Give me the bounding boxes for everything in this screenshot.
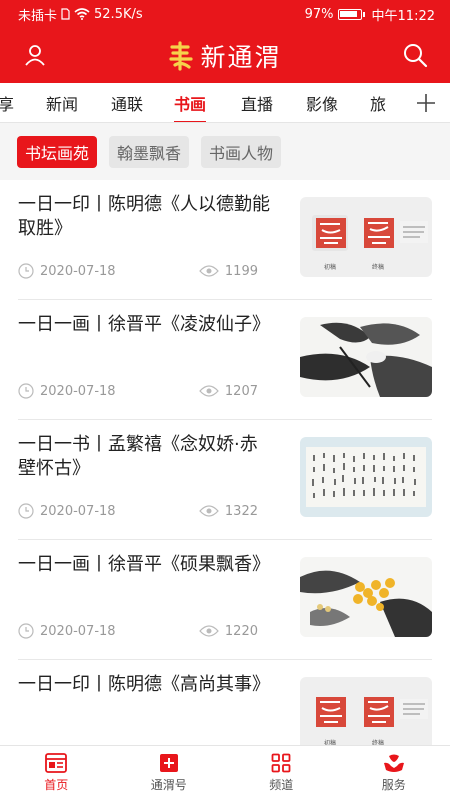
article-title[interactable]: 一日一书丨孟繁禧《念奴娇·赤壁怀古》 <box>18 433 270 481</box>
eye-icon <box>199 625 219 637</box>
nav-label: 通渭号 <box>150 778 187 792</box>
eye-icon <box>199 265 219 277</box>
clock-icon <box>18 263 34 279</box>
article-title[interactable]: 一日一印丨陈明德《高尚其事》 <box>18 673 270 697</box>
thumb-caption-right: 终稿 <box>372 263 384 271</box>
clock: 中午11:22 <box>371 8 435 24</box>
news-icon <box>45 753 68 773</box>
list-item[interactable]: 一日一印丨陈明德《高尚其事》 初稿 终稿 <box>0 660 450 745</box>
grid-icon <box>271 753 291 773</box>
article-thumbnail[interactable]: 初稿 终稿 <box>300 197 432 277</box>
article-date: 2020-07-18 <box>40 263 116 279</box>
tab-channel-1[interactable]: 新闻 <box>46 91 78 115</box>
article-date: 2020-07-18 <box>40 383 116 399</box>
view-count: 1207 <box>224 383 258 399</box>
sim-icon <box>61 8 70 20</box>
article-meta: 2020-07-18 1322 <box>18 503 258 519</box>
user-icon[interactable] <box>20 40 50 70</box>
thumb-caption-left: 初稿 <box>324 263 336 271</box>
view-count: 1322 <box>224 503 258 519</box>
nav-label: 频道 <box>269 778 294 792</box>
view-count: 1220 <box>224 623 258 639</box>
article-thumbnail[interactable] <box>300 437 432 517</box>
nav-services[interactable]: 服务 <box>338 746 450 800</box>
nav-label: 服务 <box>381 778 406 792</box>
channel-tabs: 享 新闻 通联 书画 直播 影像 旅 <box>0 83 450 123</box>
list-item[interactable]: 一日一画丨徐晋平《凌波仙子》 2020-07-18 1207 <box>0 300 450 420</box>
sub-category-bar: 书坛画苑 翰墨飘香 书画人物 <box>0 123 450 180</box>
hands-icon <box>383 754 404 772</box>
article-meta: 2020-07-18 1220 <box>18 623 258 639</box>
article-title[interactable]: 一日一印丨陈明德《人以德勤能取胜》 <box>18 193 270 241</box>
bottom-nav: 首页 通渭号 频道 服务 <box>0 745 450 800</box>
subtab-0[interactable]: 书坛画苑 <box>17 135 98 168</box>
carrier-text: 未插卡 <box>18 8 58 24</box>
plus-square-icon <box>159 754 178 772</box>
article-thumbnail[interactable] <box>300 317 432 397</box>
tab-channel-2[interactable]: 通联 <box>111 91 143 115</box>
app-logo: 新通渭 <box>168 38 281 74</box>
eye-icon <box>199 505 219 517</box>
clock-icon <box>18 383 34 399</box>
article-meta: 2020-07-18 1207 <box>18 383 258 399</box>
eye-icon <box>199 385 219 397</box>
list-item[interactable]: 一日一书丨孟繁禧《念奴娇·赤壁怀古》 2020-07-18 1322 <box>0 420 450 540</box>
article-thumbnail[interactable]: 初稿 终稿 <box>300 677 432 745</box>
battery-text: 97% <box>304 6 334 22</box>
nav-channels[interactable]: 频道 <box>225 746 338 800</box>
app-header: 未插卡 52.5K/s 97% 中午11:22 新通渭 <box>0 0 450 83</box>
article-title[interactable]: 一日一画丨徐晋平《凌波仙子》 <box>18 313 270 337</box>
subtab-2[interactable]: 书画人物 <box>201 135 282 168</box>
tab-channel-5[interactable]: 影像 <box>306 91 338 115</box>
wifi-icon <box>74 8 90 20</box>
subtab-1[interactable]: 翰墨飘香 <box>109 135 190 168</box>
nav-label: 首页 <box>44 778 69 792</box>
add-channel-button[interactable] <box>402 83 450 122</box>
article-date: 2020-07-18 <box>40 503 116 519</box>
list-item[interactable]: 一日一画丨徐晋平《硕果飘香》 2020-07-18 1220 <box>0 540 450 660</box>
tab-channel-4[interactable]: 直播 <box>241 91 273 115</box>
nav-tongweihao[interactable]: 通渭号 <box>113 746 226 800</box>
tab-channel-6[interactable]: 旅 <box>370 91 386 115</box>
status-bar: 未插卡 52.5K/s 97% 中午11:22 <box>0 0 450 28</box>
article-thumbnail[interactable] <box>300 557 432 637</box>
tab-channel-3[interactable]: 书画 <box>174 91 207 122</box>
article-date: 2020-07-18 <box>40 623 116 639</box>
plus-icon <box>417 94 435 112</box>
network-speed: 52.5K/s <box>94 6 143 22</box>
view-count: 1199 <box>224 263 258 279</box>
article-title[interactable]: 一日一画丨徐晋平《硕果飘香》 <box>18 553 270 577</box>
list-item[interactable]: 一日一印丨陈明德《人以德勤能取胜》 2020-07-18 1199 初稿 终稿 <box>0 180 450 300</box>
article-meta: 2020-07-18 1199 <box>18 263 258 279</box>
battery-icon <box>337 8 365 20</box>
logo-mark-icon <box>169 40 194 71</box>
tab-channel-0[interactable]: 享 <box>0 91 14 115</box>
app-title: 新通渭 <box>200 42 282 72</box>
clock-icon <box>18 623 34 639</box>
app-bar: 新通渭 <box>0 28 450 83</box>
clock-icon <box>18 503 34 519</box>
search-icon[interactable] <box>400 40 430 70</box>
article-list: 一日一印丨陈明德《人以德勤能取胜》 2020-07-18 1199 初稿 终稿 … <box>0 180 450 745</box>
nav-home[interactable]: 首页 <box>0 746 113 800</box>
